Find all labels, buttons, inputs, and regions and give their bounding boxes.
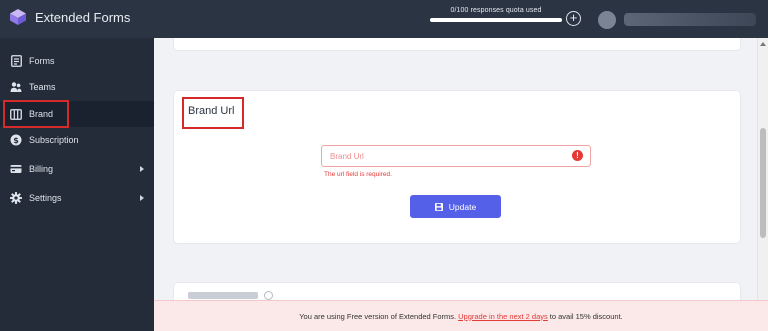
scrollbar[interactable]: [757, 38, 768, 300]
banner-text: You are using Free version of Extended F…: [299, 311, 457, 321]
error-message: The url field is required.: [324, 171, 392, 178]
scroll-thumb[interactable]: [760, 128, 766, 238]
sidebar-item-brand[interactable]: Brand: [0, 101, 154, 127]
upgrade-banner: You are using Free version of Extended F…: [154, 300, 768, 331]
brand-icon: [10, 108, 22, 120]
quota-meter: 0/100 responses quota used: [430, 7, 562, 22]
scroll-up-icon[interactable]: [760, 42, 766, 46]
chevron-right-icon: [140, 166, 144, 172]
forms-icon: [10, 55, 22, 67]
sidebar-item-subscription[interactable]: $ Subscription: [0, 127, 154, 153]
sidebar-item-label: Forms: [29, 56, 55, 66]
quota-bar: [430, 18, 562, 22]
update-button-label: Update: [448, 201, 477, 212]
billing-icon: [10, 163, 22, 175]
app-brand[interactable]: Extended Forms: [9, 8, 130, 26]
next-card: [174, 283, 740, 300]
dollar-icon: $: [10, 134, 22, 146]
sidebar-item-billing[interactable]: Billing: [0, 156, 154, 182]
avatar[interactable]: [598, 11, 616, 29]
error-icon: !: [572, 150, 583, 161]
sidebar-item-label: Teams: [29, 82, 56, 92]
brand-url-card: Brand Url ! The url field is required. U…: [174, 91, 740, 243]
quota-text: 0/100 responses quota used: [450, 7, 542, 14]
next-card-title-blurred: [188, 292, 258, 299]
teams-icon: [10, 81, 22, 93]
save-icon: [434, 202, 443, 211]
upgrade-link[interactable]: Upgrade in the next 2 days: [458, 312, 548, 321]
user-name-blurred[interactable]: [624, 13, 756, 26]
main-content: Brand Url ! The url field is required. U…: [154, 38, 768, 300]
sidebar-item-label: Settings: [29, 193, 62, 203]
card-title: Brand Url: [188, 105, 235, 117]
sidebar-item-settings[interactable]: Settings: [0, 185, 154, 211]
top-bar: Extended Forms 0/100 responses quota use…: [0, 0, 768, 38]
svg-text:$: $: [13, 136, 19, 145]
sidebar: Forms Teams Brand $ Subscription Billing…: [0, 38, 154, 331]
banner-suffix: to avail 15% discount.: [549, 311, 623, 321]
sidebar-item-label: Billing: [29, 164, 54, 174]
previous-card: [174, 38, 740, 50]
app-name: Extended Forms: [35, 9, 131, 25]
app-logo-icon: [10, 9, 26, 25]
help-icon[interactable]: [264, 291, 273, 300]
sidebar-item-teams[interactable]: Teams: [0, 74, 154, 100]
sidebar-item-label: Subscription: [29, 135, 79, 145]
chevron-right-icon: [140, 195, 144, 201]
gear-icon: [10, 192, 22, 204]
add-icon[interactable]: +: [566, 11, 581, 26]
update-button[interactable]: Update: [410, 195, 501, 218]
sidebar-item-forms[interactable]: Forms: [0, 48, 154, 74]
sidebar-item-label: Brand: [29, 109, 54, 119]
brand-url-input[interactable]: [321, 145, 591, 167]
